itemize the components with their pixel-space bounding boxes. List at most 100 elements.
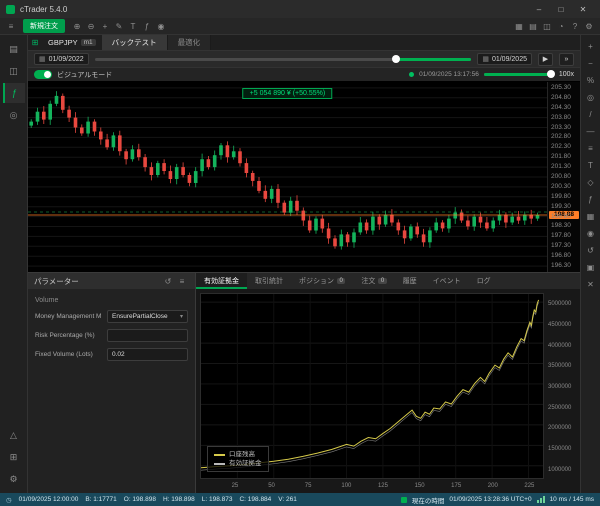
tab-statistics[interactable]: 取引統計 — [247, 273, 291, 289]
shapes-icon[interactable]: ◇ — [583, 174, 599, 191]
equity-y-label: 2000000 — [548, 425, 572, 432]
text-icon[interactable]: T — [126, 20, 140, 33]
candlestick-svg[interactable] — [28, 82, 547, 272]
settings-icon[interactable]: ⚙ — [582, 20, 596, 33]
status-item: 01/09/2025 12:00:00 — [18, 496, 79, 503]
tab-orders[interactable]: 注文 0 — [353, 273, 394, 289]
maximize-button[interactable]: □ — [550, 0, 572, 18]
tab-positions-badge: 0 — [337, 278, 346, 284]
percent-icon[interactable]: % — [583, 72, 599, 89]
plugins-icon[interactable]: ⊞ — [3, 447, 25, 467]
equity-x-label: 125 — [377, 483, 388, 489]
refresh-icon[interactable]: ↺ — [161, 275, 175, 288]
price-axis-label: 200.30 — [551, 182, 571, 190]
visual-mode-toggle[interactable] — [34, 70, 52, 79]
price-axis-label: 203.80 — [551, 113, 571, 121]
grid-icon[interactable]: ▦ — [583, 208, 599, 225]
speed-slider[interactable] — [483, 70, 555, 78]
toggle-knob — [44, 71, 51, 78]
settings-icon[interactable]: ⚙ — [3, 469, 25, 489]
delete-icon[interactable]: ✕ — [583, 276, 599, 293]
crosshair-icon[interactable]: ◎ — [583, 89, 599, 106]
tab-statistics-label: 取引統計 — [255, 278, 283, 285]
fast-forward-button[interactable]: » — [559, 52, 574, 66]
indicator-icon[interactable]: ƒ — [583, 191, 599, 208]
minimize-button[interactable]: – — [528, 0, 550, 18]
param-money-management-dropdown[interactable]: EnsurePartialClose ▾ — [107, 310, 188, 323]
new-order-button[interactable]: 新規注文 — [23, 19, 65, 33]
help-icon[interactable]: ? — [568, 20, 582, 33]
tab-positions[interactable]: ポジション 0 — [291, 273, 353, 289]
equity-plot[interactable]: 口座残高 有効証拠金 — [200, 293, 544, 479]
price-axis-label: 203.30 — [551, 123, 571, 131]
menu-icon[interactable]: ≡ — [4, 20, 18, 33]
candlestick-chart[interactable]: +5 054 890 ¥ (+50.55%) 198.88 205.30 204.… — [28, 82, 580, 272]
zoom-out-icon[interactable]: − — [583, 55, 599, 72]
zoom-in-icon[interactable]: + — [583, 38, 599, 55]
tab-backtest[interactable]: バックテスト — [101, 35, 168, 50]
tab-orders-badge: 0 — [378, 278, 387, 284]
trendline-icon[interactable]: / — [583, 106, 599, 123]
draw-icon[interactable]: ✎ — [112, 20, 126, 33]
window-controls: – □ ✕ — [528, 0, 594, 18]
end-date-value: 01/09/2025 — [491, 55, 527, 63]
lock-icon[interactable]: ▣ — [583, 259, 599, 276]
panel-menu-icon[interactable]: ≡ — [175, 275, 189, 288]
fibonacci-icon[interactable]: ≡ — [583, 140, 599, 157]
charts-icon[interactable]: ◫ — [3, 61, 25, 81]
param-fixed-volume-input[interactable]: 0.02 — [107, 348, 188, 361]
watchlist-icon[interactable]: ▤ — [3, 39, 25, 59]
timeframe-badge[interactable]: m1 — [80, 39, 96, 46]
results-tab-bar: 有効証拠金 取引統計 ポジション 0 注文 0 履歴 イベント ログ — [196, 273, 580, 289]
notifications-icon[interactable]: ◔ — [554, 20, 568, 33]
price-axis-label: 204.80 — [551, 93, 571, 101]
calendar-icon: ▦ — [482, 56, 489, 63]
algo-icon[interactable]: ƒ — [2, 83, 25, 103]
play-button[interactable]: ▶ — [538, 52, 553, 66]
tab-log[interactable]: ログ — [469, 273, 499, 289]
alerts-icon[interactable]: △ — [3, 425, 25, 445]
tab-history[interactable]: 履歴 — [395, 273, 425, 289]
indicator-icon[interactable]: ƒ — [140, 20, 154, 33]
panels-icon[interactable]: ▤ — [526, 20, 540, 33]
parameters-header: パラメーター ↺ ≡ — [28, 273, 195, 289]
menubar-tools: ⊕ ⊖ + ✎ Tƒ ◉ — [70, 20, 168, 33]
latency-value[interactable]: 10 ms / 145 ms — [550, 496, 594, 503]
zoom-out-icon[interactable]: ⊖ — [84, 20, 98, 33]
start-date-field[interactable]: ▦ 01/09/2022 — [34, 53, 89, 65]
price-axis-label: 197.30 — [551, 242, 571, 250]
undo-icon[interactable]: ↺ — [583, 242, 599, 259]
new-chart-icon[interactable]: ⊞ — [28, 35, 42, 50]
speed-knob[interactable] — [546, 70, 555, 78]
snapshot-icon[interactable]: ◉ — [154, 20, 168, 33]
clock-icon: ◷ — [6, 496, 12, 504]
zoom-in-icon[interactable]: ⊕ — [70, 20, 84, 33]
parameter-rows: Money Management M EnsurePartialClose ▾ Ris… — [35, 310, 188, 361]
price-axis-label: 200.80 — [551, 173, 571, 180]
price-axis[interactable]: 198.88 205.30 204.80 204.30 203.80 203.30 202… — [547, 82, 580, 272]
tab-equity[interactable]: 有効証拠金 — [196, 273, 247, 289]
layout-grid-icon[interactable]: ▦ — [512, 20, 526, 33]
status-item: O: 198.898 — [123, 496, 156, 503]
workspace-icon[interactable]: ◫ — [540, 20, 554, 33]
tab-equity-label: 有効証拠金 — [204, 278, 239, 285]
text-tool-icon[interactable]: T — [583, 157, 599, 174]
tab-positions-label: ポジション — [299, 278, 334, 285]
results-panel: 有効証拠金 取引統計 ポジション 0 注文 0 履歴 イベント ログ 口座残高 有効証拠金 500… — [196, 273, 580, 493]
search-icon[interactable]: ◎ — [3, 105, 25, 125]
close-button[interactable]: ✕ — [572, 0, 594, 18]
crosshair-icon[interactable]: + — [98, 20, 112, 33]
param-risk-percentage-input[interactable] — [107, 329, 188, 342]
symbol-chip[interactable]: GBPJPY m1 — [42, 35, 102, 50]
end-date-field[interactable]: ▦ 01/09/2025 — [477, 53, 532, 65]
chart-tab-row: ⊞ GBPJPY m1 バックテスト 最適化 — [28, 35, 580, 50]
horizontal-line-icon[interactable]: — — [583, 123, 599, 140]
progress-knob[interactable] — [391, 54, 400, 63]
tab-optimization[interactable]: 最適化 — [167, 35, 212, 50]
menubar-right-tools: ▦ ▤ ◫ ◔? ⚙ — [512, 20, 596, 33]
camera-icon[interactable]: ◉ — [583, 225, 599, 242]
backtest-progress-slider[interactable] — [94, 54, 472, 63]
tab-events[interactable]: イベント — [425, 273, 469, 289]
equity-x-label: 175 — [451, 483, 462, 489]
price-axis-label: 197.80 — [551, 232, 571, 240]
